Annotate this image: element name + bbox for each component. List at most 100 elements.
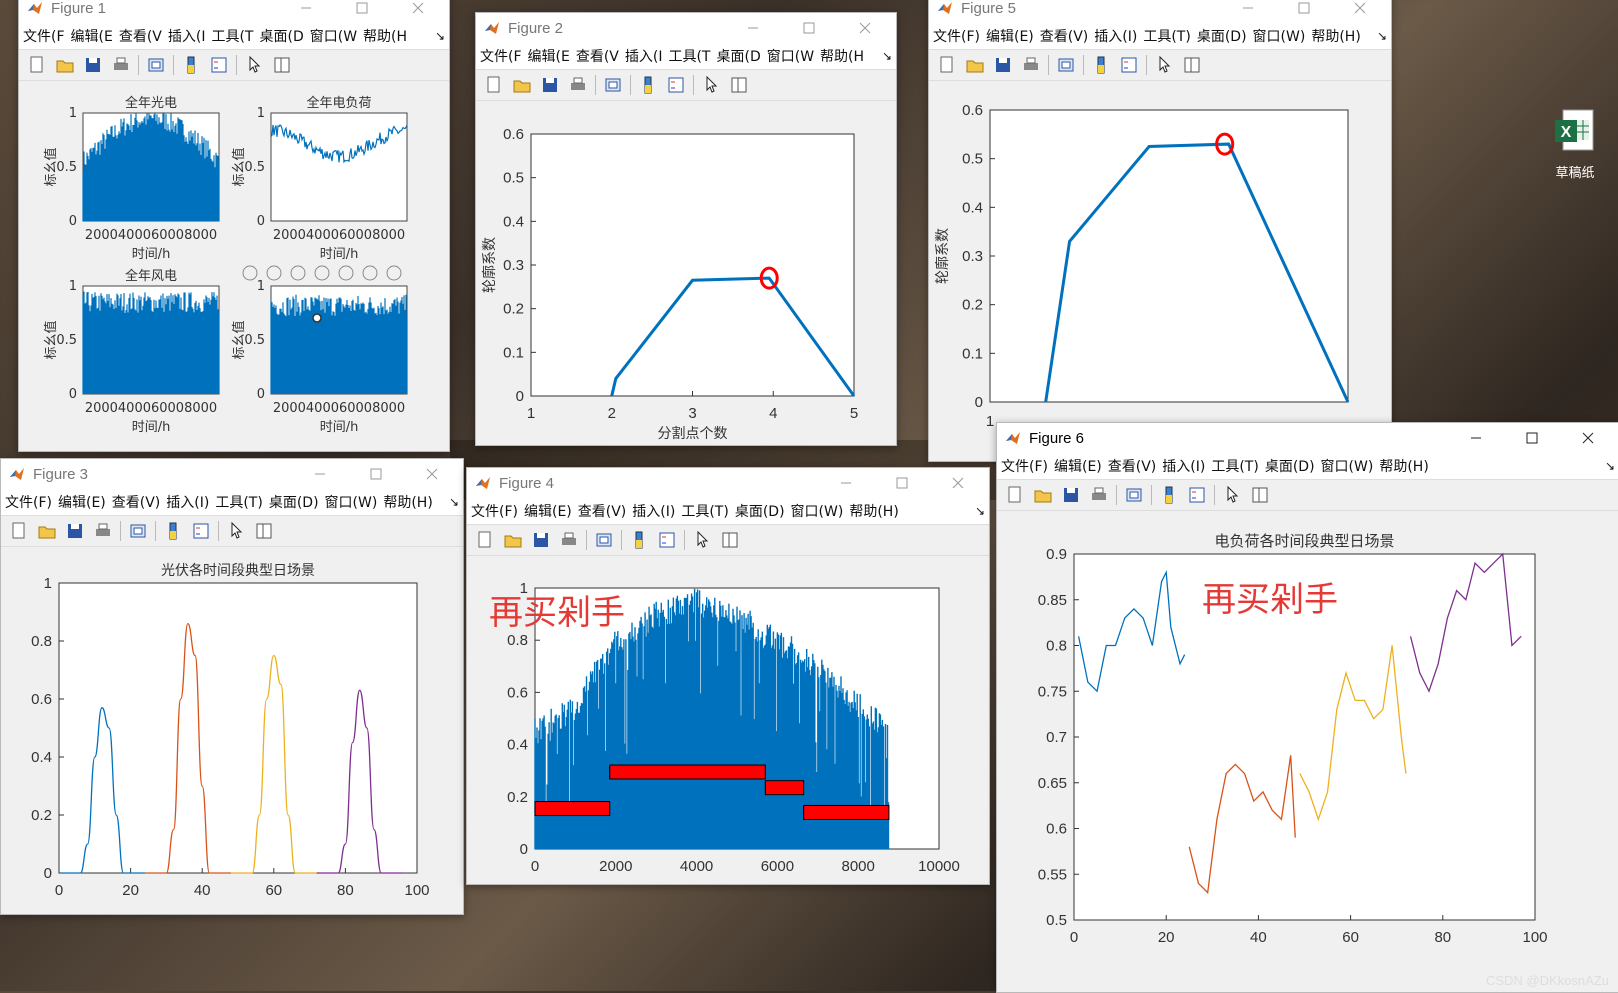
menu-item[interactable]: 帮助(H) bbox=[849, 501, 898, 521]
link-plot-icon[interactable] bbox=[1057, 56, 1075, 74]
menu-item[interactable]: 工具(T) bbox=[681, 501, 728, 521]
menu-item[interactable]: 工具(T) bbox=[215, 492, 262, 512]
menu-item[interactable]: 编辑(E) bbox=[986, 26, 1034, 46]
desktop-excel-shortcut[interactable]: X 草稿纸 bbox=[1545, 108, 1605, 181]
figure2-titlebar[interactable]: Figure 2 bbox=[476, 13, 896, 43]
menu-item[interactable]: 窗口(W bbox=[310, 26, 357, 46]
open-folder-icon[interactable] bbox=[966, 56, 984, 74]
property-editor-icon[interactable] bbox=[721, 531, 739, 549]
property-editor-icon[interactable] bbox=[273, 56, 291, 74]
menu-item[interactable]: 帮助(H) bbox=[1311, 26, 1360, 46]
menu-item[interactable]: 查看(V) bbox=[1108, 456, 1157, 476]
print-icon[interactable] bbox=[560, 531, 578, 549]
print-icon[interactable] bbox=[569, 76, 587, 94]
link-plot-icon[interactable] bbox=[147, 56, 165, 74]
colorbar-icon[interactable] bbox=[630, 531, 648, 549]
maximize-button[interactable] bbox=[339, 0, 385, 23]
colorbar-icon[interactable] bbox=[1092, 56, 1110, 74]
print-icon[interactable] bbox=[1022, 56, 1040, 74]
legend-icon[interactable] bbox=[210, 56, 228, 74]
menu-item[interactable]: 桌面(D) bbox=[1265, 456, 1315, 476]
print-icon[interactable] bbox=[94, 522, 112, 540]
cursor-icon[interactable] bbox=[1223, 485, 1241, 504]
home-icon[interactable] bbox=[386, 265, 402, 281]
menu-item[interactable]: 文件(F) bbox=[933, 26, 980, 46]
property-editor-icon[interactable] bbox=[1183, 56, 1201, 74]
menubar-overflow-icon[interactable]: ↘ bbox=[882, 49, 892, 63]
save-icon[interactable] bbox=[84, 56, 102, 74]
menu-item[interactable]: 文件(F) bbox=[5, 492, 52, 512]
figure5-titlebar[interactable]: Figure 5 bbox=[929, 0, 1391, 23]
menu-item[interactable]: 窗口(W) bbox=[1253, 26, 1306, 46]
link-plot-icon[interactable] bbox=[595, 531, 613, 549]
zoom-in-icon[interactable] bbox=[338, 265, 354, 281]
menubar-overflow-icon[interactable]: ↘ bbox=[435, 29, 445, 43]
save-icon[interactable] bbox=[66, 522, 84, 540]
menu-item[interactable]: 桌面(D) bbox=[269, 492, 319, 512]
open-folder-icon[interactable] bbox=[56, 56, 74, 74]
menu-item[interactable]: 桌面(D) bbox=[1197, 26, 1247, 46]
menubar-overflow-icon[interactable]: ↘ bbox=[975, 504, 985, 518]
menu-item[interactable]: 文件(F bbox=[480, 46, 522, 66]
menu-item[interactable]: 窗口(W) bbox=[325, 492, 378, 512]
menu-item[interactable]: 查看(V bbox=[119, 26, 162, 46]
figure1-titlebar[interactable]: Figure 1 bbox=[19, 0, 449, 23]
close-button[interactable] bbox=[409, 459, 455, 489]
cursor-icon[interactable] bbox=[245, 55, 263, 74]
open-folder-icon[interactable] bbox=[504, 531, 522, 549]
figure3-titlebar[interactable]: Figure 3 bbox=[1, 459, 463, 489]
open-folder-icon[interactable] bbox=[513, 76, 531, 94]
minimize-button[interactable] bbox=[297, 459, 343, 489]
new-file-icon[interactable] bbox=[938, 56, 956, 74]
new-file-icon[interactable] bbox=[10, 522, 28, 540]
menu-item[interactable]: 窗口(W) bbox=[791, 501, 844, 521]
menu-item[interactable]: 插入(I bbox=[168, 26, 206, 46]
cursor-icon[interactable] bbox=[702, 75, 720, 94]
maximize-button[interactable] bbox=[879, 468, 925, 498]
menu-item[interactable]: 窗口(W) bbox=[1321, 456, 1374, 476]
save-icon[interactable] bbox=[994, 56, 1012, 74]
maximize-button[interactable] bbox=[353, 459, 399, 489]
menu-item[interactable]: 文件(F) bbox=[471, 501, 518, 521]
new-file-icon[interactable] bbox=[485, 76, 503, 94]
link-plot-icon[interactable] bbox=[1125, 486, 1143, 504]
cursor-icon[interactable] bbox=[227, 521, 245, 540]
cursor-icon[interactable] bbox=[693, 530, 711, 549]
menu-item[interactable]: 编辑(E bbox=[528, 46, 570, 66]
figure1-window[interactable]: Figure 1 文件(F 编辑(E 查看(V 插入(I 工具(T 桌面(D 窗口(W 帮助(… bbox=[18, 0, 450, 452]
colorbar-icon[interactable] bbox=[639, 76, 657, 94]
minimize-button[interactable] bbox=[1225, 0, 1271, 23]
menu-item[interactable]: 插入(I) bbox=[1162, 456, 1205, 476]
close-button[interactable] bbox=[395, 0, 441, 23]
menu-item[interactable]: 插入(I bbox=[625, 46, 663, 66]
save-icon[interactable] bbox=[541, 76, 559, 94]
menubar-overflow-icon[interactable]: ↘ bbox=[1377, 29, 1387, 43]
maximize-button[interactable] bbox=[1281, 0, 1327, 23]
maximize-button[interactable] bbox=[1509, 423, 1555, 453]
menu-item[interactable]: 编辑(E) bbox=[1054, 456, 1102, 476]
close-button[interactable] bbox=[1337, 0, 1383, 23]
link-plot-icon[interactable] bbox=[604, 76, 622, 94]
new-file-icon[interactable] bbox=[476, 531, 494, 549]
minimize-button[interactable] bbox=[823, 468, 869, 498]
brush-icon[interactable] bbox=[266, 265, 282, 281]
menu-item[interactable]: 帮助(H bbox=[363, 26, 407, 46]
property-editor-icon[interactable] bbox=[255, 522, 273, 540]
menu-item[interactable]: 插入(I) bbox=[166, 492, 209, 512]
print-icon[interactable] bbox=[112, 56, 130, 74]
property-editor-icon[interactable] bbox=[730, 76, 748, 94]
menu-item[interactable]: 工具(T) bbox=[1143, 26, 1190, 46]
menu-item[interactable]: 桌面(D bbox=[259, 26, 303, 46]
menu-item[interactable]: 编辑(E) bbox=[58, 492, 106, 512]
save-icon[interactable] bbox=[532, 531, 550, 549]
legend-icon[interactable] bbox=[1188, 486, 1206, 504]
menubar-overflow-icon[interactable]: ↘ bbox=[449, 495, 459, 509]
menu-item[interactable]: 插入(I) bbox=[1094, 26, 1137, 46]
menu-item[interactable]: 插入(I) bbox=[632, 501, 675, 521]
new-file-icon[interactable] bbox=[28, 56, 46, 74]
cursor-icon[interactable] bbox=[1155, 55, 1173, 74]
menu-item[interactable]: 工具(T) bbox=[1211, 456, 1258, 476]
close-button[interactable] bbox=[1565, 423, 1611, 453]
close-button[interactable] bbox=[935, 468, 981, 498]
colorbar-icon[interactable] bbox=[164, 522, 182, 540]
